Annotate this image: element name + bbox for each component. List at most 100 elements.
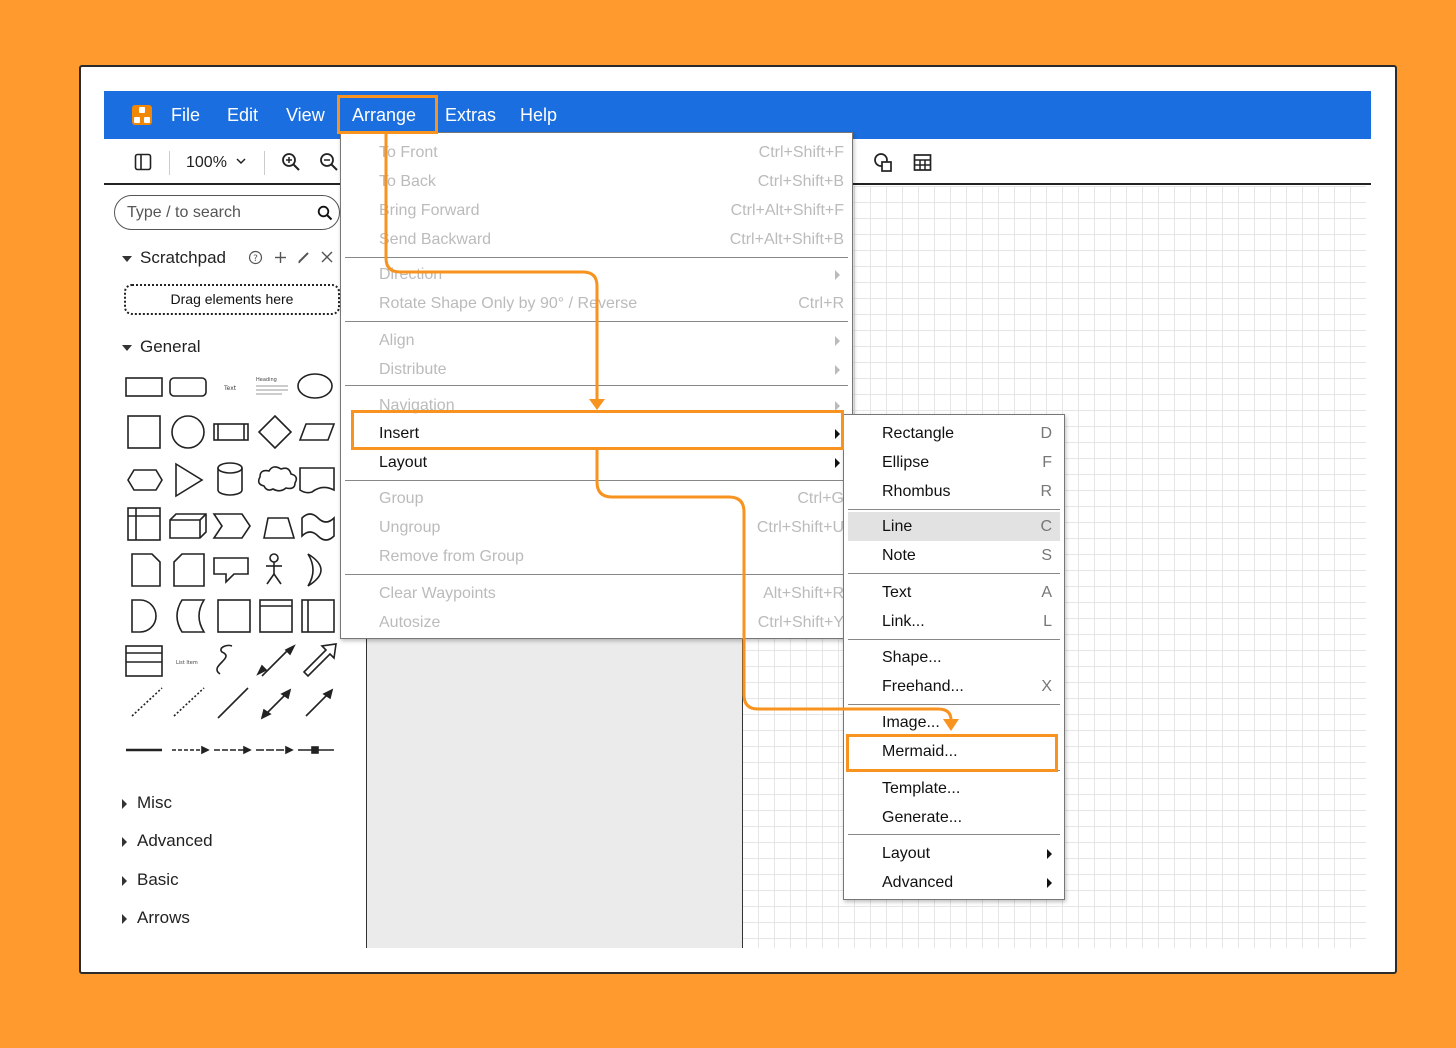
menu-item-group[interactable]: Group Ctrl+G [341,484,852,513]
shape-curve [216,644,233,675]
close-icon[interactable] [321,251,333,263]
menu-item-freehand[interactable]: Freehand... X [844,672,1064,701]
menu-item-to-back[interactable]: To Back Ctrl+Shift+B [341,167,852,196]
section-scratchpad[interactable]: Scratchpad [122,248,226,268]
shape-list [125,645,163,677]
section-advanced-label: Advanced [137,831,213,850]
menu-separator [345,574,848,575]
shape-container [127,507,161,541]
add-icon[interactable] [274,251,287,264]
general-shapes-palette: Text Heading List Item [125,373,337,755]
menu-separator [345,480,848,481]
shape-process [213,423,249,441]
shape-textbox: Heading [256,377,277,383]
shape-callout [213,557,249,584]
sidebar-toggle-icon[interactable] [134,153,152,171]
shape-document [299,467,335,494]
menu-item-clear-waypoints[interactable]: Clear Waypoints Alt+Shift+R [341,579,852,608]
menu-item-rotate[interactable]: Rotate Shape Only by 90° / Reverse Ctrl+R [341,289,852,318]
search-icon[interactable] [317,205,333,221]
zoom-level[interactable]: 100% [186,154,227,172]
section-general[interactable]: General [122,337,200,357]
section-misc[interactable]: Misc [122,793,172,813]
menu-item-image[interactable]: Image... [844,708,1064,737]
table-icon[interactable] [913,153,933,173]
menu-item-remove-from-group[interactable]: Remove from Group [341,542,852,571]
shape-rounded-rectangle [169,377,207,397]
submenu-arrow-icon [1047,878,1052,888]
drawio-logo-icon [132,105,152,125]
search-input[interactable] [127,202,307,224]
caret-right-icon [122,836,127,847]
help-icon[interactable]: ? [248,250,263,265]
menu-item-distribute[interactable]: Distribute [341,355,852,384]
shape-search-box [114,195,340,230]
shape-dashed-line [131,687,163,717]
menu-item-bring-forward[interactable]: Bring Forward Ctrl+Alt+Shift+F [341,196,852,225]
menu-item-text[interactable]: Text A [844,578,1064,607]
shape-square [127,415,161,449]
svg-text:?: ? [253,254,258,264]
shape-parallelogram [298,423,336,441]
shape-hexagon [127,469,163,491]
shape-sidebar: Scratchpad ? Drag elements here General [104,186,366,948]
menu-view[interactable]: View [286,91,325,139]
menu-edit[interactable]: Edit [227,91,258,139]
arrange-menu: To Front Ctrl+Shift+F To Back Ctrl+Shift+B… [340,132,853,639]
shape-actor [269,553,279,563]
menu-item-note[interactable]: Note S [844,541,1064,570]
shape-list-item: List Item [176,660,198,666]
menu-item-direction[interactable]: Direction [341,260,852,289]
menu-item-generate[interactable]: Generate... [844,803,1064,832]
menu-item-insert-layout[interactable]: Layout [844,839,1064,868]
shape-dotted-line [173,687,205,717]
submenu-arrow-icon [835,365,840,375]
menu-item-template[interactable]: Template... [844,774,1064,803]
submenu-arrow-icon [835,336,840,346]
section-general-label: General [140,337,201,356]
highlight-mermaid-item [846,734,1058,772]
toolbar-divider [264,151,265,175]
menu-item-ellipse[interactable]: Ellipse F [844,448,1064,477]
menu-separator [848,509,1060,510]
caret-down-icon [122,344,132,351]
menu-separator [345,257,848,258]
menu-item-line[interactable]: Line C [848,512,1060,541]
shapes-icon[interactable] [873,152,895,174]
section-scratchpad-label: Scratchpad [140,248,226,267]
scratchpad-dropzone[interactable]: Drag elements here [124,284,340,315]
section-arrows-label: Arrows [137,908,190,927]
menu-item-rectangle[interactable]: Rectangle D [844,419,1064,448]
caret-right-icon [122,798,127,809]
menu-item-shape[interactable]: Shape... [844,643,1064,672]
menu-item-align[interactable]: Align [341,326,852,355]
submenu-arrow-icon [1047,849,1052,859]
zoom-in-icon[interactable] [281,152,301,172]
submenu-arrow-icon [835,458,840,468]
menu-item-insert-advanced[interactable]: Advanced [844,868,1064,897]
menu-file[interactable]: File [171,91,200,139]
shape-trapezoid [263,517,296,539]
edit-pencil-icon[interactable] [297,250,311,264]
menu-item-ungroup[interactable]: Ungroup Ctrl+Shift+U [341,513,852,542]
menu-item-rhombus[interactable]: Rhombus R [844,477,1064,506]
menu-item-layout[interactable]: Layout [341,448,852,477]
section-advanced[interactable]: Advanced [122,831,213,851]
menu-separator [848,573,1060,574]
menu-item-autosize[interactable]: Autosize Ctrl+Shift+Y [341,608,852,637]
caret-down-icon [122,255,132,262]
shape-line [217,687,249,719]
menu-item-send-backward[interactable]: Send Backward Ctrl+Alt+Shift+B [341,225,852,254]
zoom-out-icon[interactable] [319,152,339,172]
shape-tape [301,513,335,541]
section-basic[interactable]: Basic [122,870,179,890]
menu-item-to-front[interactable]: To Front Ctrl+Shift+F [341,138,852,167]
shape-text: Text [223,385,237,392]
chevron-down-icon[interactable] [236,158,246,166]
section-arrows[interactable]: Arrows [122,908,190,928]
menu-separator [848,639,1060,640]
shape-stored-data [176,599,206,633]
menu-item-link[interactable]: Link... L [844,607,1064,636]
shape-frame [259,599,293,633]
shape-delay [131,599,157,633]
